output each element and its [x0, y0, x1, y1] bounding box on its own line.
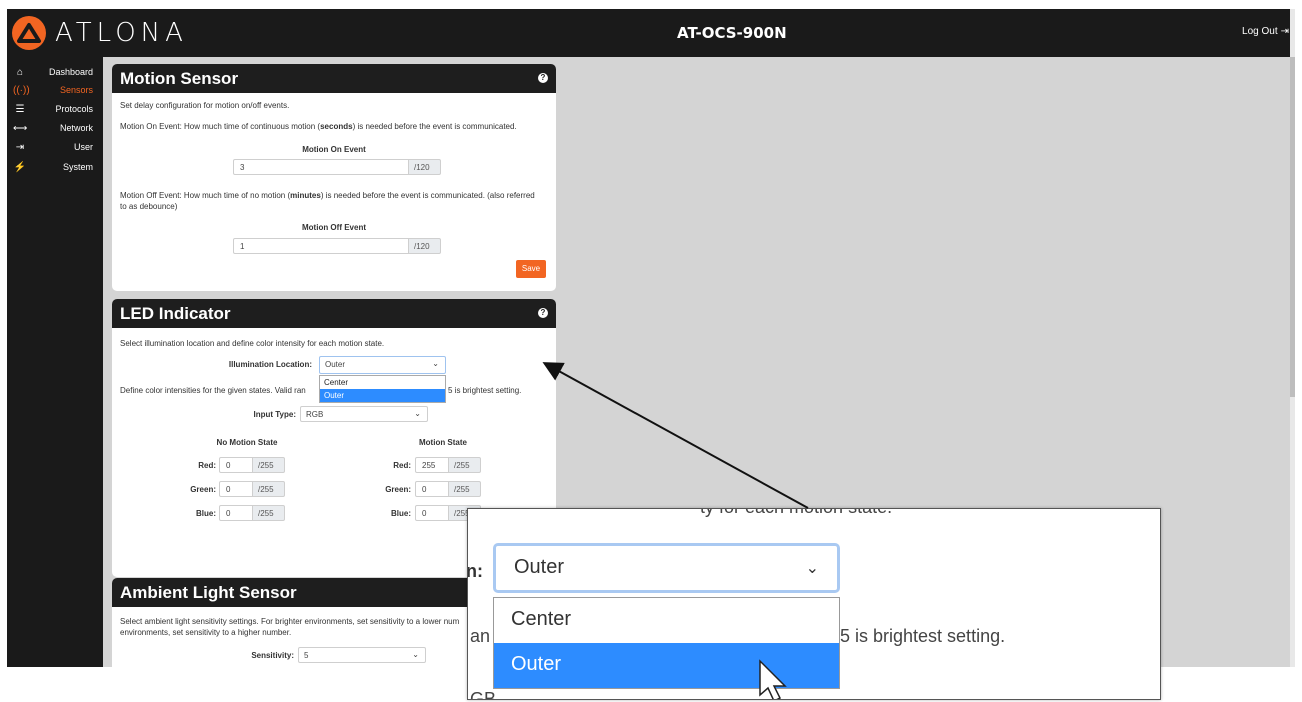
define-intensities-text-tail: 5 is brightest setting. — [448, 386, 522, 395]
motion-on-description: Motion On Event: How much time of contin… — [120, 122, 517, 131]
sidebar: ⌂ Dashboard ((·)) Sensors ☰ Protocols ⟷ … — [7, 57, 103, 667]
illumination-location-options: Center Outer — [319, 375, 446, 403]
sidebar-item-sensors[interactable]: ((·)) Sensors — [7, 81, 103, 99]
option-center[interactable]: Center — [494, 598, 839, 643]
red-label: Red: — [393, 461, 411, 470]
device-name: AT-OCS-900N — [677, 24, 787, 42]
selected-value: RGB — [306, 410, 324, 419]
zoom-left-fragment: an — [470, 626, 491, 646]
option-center[interactable]: Center — [320, 376, 445, 389]
brand-name: ATLONA — [55, 18, 188, 48]
logout-label: Log Out — [1242, 26, 1278, 37]
no-motion-red-input[interactable]: 0 — [219, 457, 253, 473]
selected-value: Outer — [325, 360, 346, 369]
atlona-logo: ATLONA — [11, 14, 188, 52]
card-header: LED Indicator ? — [112, 299, 556, 328]
network-arrows-icon: ⟷ — [13, 122, 28, 134]
no-motion-state-title: No Motion State — [216, 438, 278, 447]
selected-value: Outer — [514, 556, 565, 578]
motion-green-input[interactable]: 0 — [415, 481, 449, 497]
server-icon: ☰ — [15, 103, 25, 115]
zoom-location-select[interactable]: Outer ⌄ — [493, 543, 840, 593]
no-motion-blue-max: /255 — [253, 505, 285, 521]
sidebar-item-user[interactable]: ⇥ User — [7, 138, 103, 156]
card-header: Motion Sensor ? — [112, 64, 556, 93]
illumination-location-select[interactable]: Outer ⌄ — [319, 356, 446, 374]
zoom-top-text: ty for each motion state. — [700, 509, 892, 518]
zoom-bottom-fragment: GB — [470, 689, 497, 700]
sidebar-item-protocols[interactable]: ☰ Protocols — [7, 100, 103, 118]
card-title: Motion Sensor — [120, 68, 239, 88]
sidebar-item-system[interactable]: ⚡ System — [7, 158, 103, 176]
no-motion-green-input[interactable]: 0 — [219, 481, 253, 497]
option-outer[interactable]: Outer — [320, 389, 445, 402]
card-title: LED Indicator — [120, 303, 231, 323]
zoom-right-fragment: 5 is brightest setting. — [840, 626, 1006, 646]
sidebar-item-network[interactable]: ⟷ Network — [7, 119, 103, 137]
led-intro-text: Select illumination location and define … — [120, 339, 385, 348]
input-type-select[interactable]: RGB ⌄ — [300, 406, 428, 422]
chevron-down-icon: ⌄ — [805, 560, 819, 577]
card-title: Ambient Light Sensor — [120, 582, 297, 602]
logout-button[interactable]: Log Out ⇥ — [1242, 26, 1289, 37]
motion-state-title: Motion State — [419, 438, 467, 447]
zoom-label-tail: n: — [467, 561, 483, 581]
home-icon: ⌂ — [16, 66, 24, 78]
save-button[interactable]: Save — [516, 260, 546, 278]
no-motion-blue-input[interactable]: 0 — [219, 505, 253, 521]
sidebar-item-label: Network — [59, 123, 93, 133]
motion-sensor-card: Motion Sensor ? Set delay configuration … — [112, 64, 556, 291]
mouse-cursor-icon — [759, 659, 787, 699]
motion-on-input[interactable]: 3 — [233, 159, 409, 175]
sidebar-item-label: User — [73, 142, 93, 152]
no-motion-red-max: /255 — [253, 457, 285, 473]
ambient-description-line2: environments, set sensitivity to a highe… — [120, 628, 292, 637]
motion-off-label: Motion Off Event — [302, 223, 366, 232]
motion-green-max: /255 — [449, 481, 481, 497]
sidebar-item-label: System — [62, 162, 93, 172]
motion-on-label: Motion On Event — [302, 145, 366, 154]
illumination-location-label: Illumination Location: — [228, 360, 312, 369]
sensitivity-select[interactable]: 5 ⌄ — [298, 647, 426, 663]
sign-in-icon: ⇥ — [15, 141, 25, 153]
atlona-logo-icon — [12, 16, 46, 50]
blue-label: Blue: — [196, 509, 216, 518]
sidebar-item-dashboard[interactable]: ⌂ Dashboard — [7, 63, 103, 81]
motion-off-description: Motion Off Event: How much time of no mo… — [120, 191, 535, 211]
motion-intro-text: Set delay configuration for motion on/of… — [120, 101, 290, 110]
sidebar-item-label: Sensors — [59, 85, 93, 95]
green-label: Green: — [190, 485, 216, 494]
input-type-label: Input Type: — [253, 410, 296, 419]
plug-icon: ⚡ — [13, 161, 27, 173]
ambient-description: Select ambient light sensitivity setting… — [120, 617, 460, 626]
motion-off-input[interactable]: 1 — [233, 238, 409, 254]
sidebar-item-label: Dashboard — [48, 67, 93, 77]
logout-icon: ⇥ — [1280, 26, 1289, 37]
selected-value: 5 — [304, 651, 309, 660]
green-label: Green: — [385, 485, 411, 494]
motion-red-input[interactable]: 255 — [415, 457, 449, 473]
sensor-icon: ((·)) — [13, 84, 30, 96]
help-icon[interactable]: ? — [538, 73, 548, 83]
no-motion-green-max: /255 — [253, 481, 285, 497]
motion-blue-input[interactable]: 0 — [415, 505, 449, 521]
chevron-down-icon: ⌄ — [414, 409, 421, 418]
top-bar: ATLONA AT-OCS-900N Log Out ⇥ — [7, 9, 1295, 57]
sidebar-item-label: Protocols — [55, 104, 93, 114]
chevron-down-icon: ⌄ — [412, 650, 419, 659]
help-icon[interactable]: ? — [538, 308, 548, 318]
zoom-callout: ty for each motion state. n: Outer ⌄ an … — [467, 508, 1161, 700]
red-label: Red: — [198, 461, 216, 470]
chevron-down-icon: ⌄ — [432, 359, 439, 368]
define-intensities-text: Define color intensities for the given s… — [120, 386, 306, 395]
blue-label: Blue: — [391, 509, 411, 518]
motion-red-max: /255 — [449, 457, 481, 473]
motion-on-max: /120 — [409, 159, 441, 175]
sensitivity-label: Sensitivity: — [251, 651, 294, 660]
motion-off-max: /120 — [409, 238, 441, 254]
scrollbar-thumb[interactable] — [1290, 57, 1295, 397]
